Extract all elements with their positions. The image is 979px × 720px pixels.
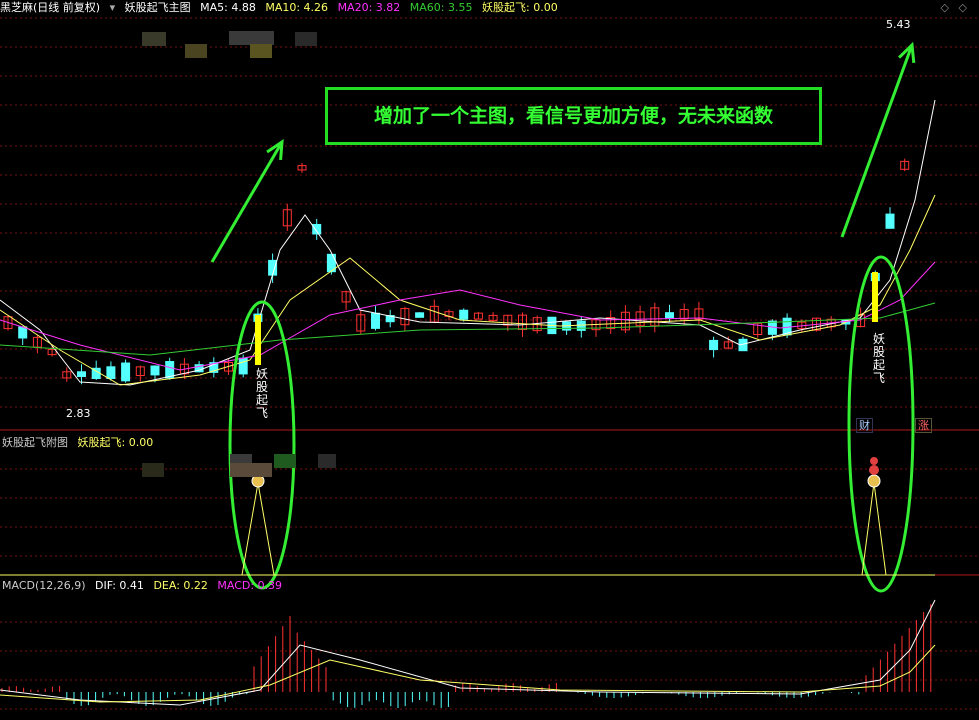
candle-body	[312, 223, 322, 235]
ma10-value: MA10: 4.26	[265, 1, 329, 14]
flame-icon	[870, 457, 878, 465]
flame-icon	[869, 465, 879, 475]
finance-event-tag[interactable]: 财	[856, 418, 873, 433]
candle-body	[885, 213, 895, 229]
window-restore-icon[interactable]: ◇	[941, 1, 949, 14]
macd-dif-line	[0, 599, 936, 706]
limit-up-event-tag[interactable]: 涨	[915, 418, 932, 433]
stock-title[interactable]: 黑芝麻(日线 前复权)	[0, 1, 100, 14]
macd-header: MACD(12,26,9) DIF: 0.41 DEA: 0.22 MACD: …	[2, 579, 282, 592]
candle-body	[268, 259, 278, 276]
high-price-label: 5.43	[886, 18, 911, 31]
candle-body	[576, 320, 586, 331]
signal-bar-left	[255, 315, 261, 365]
highlight-ellipse-left	[228, 300, 296, 590]
uptrend-arrow-left	[210, 141, 284, 263]
candle-body	[665, 312, 674, 319]
signal-label-left: 妖股起飞	[255, 367, 268, 420]
dropdown-arrow-icon[interactable]: ▾	[110, 1, 116, 14]
candle-body	[371, 312, 380, 329]
ma60-value: MA60: 3.55	[409, 1, 473, 14]
ma20-value: MA20: 3.82	[337, 1, 401, 14]
blurred-watermark	[274, 454, 296, 468]
blurred-watermark	[142, 32, 166, 46]
money-bag-icon	[867, 474, 881, 488]
candle-body	[459, 309, 469, 320]
candle-body	[238, 357, 248, 375]
subchart-signal-spike	[861, 482, 887, 576]
macd-title[interactable]: MACD(12,26,9)	[2, 579, 86, 592]
candle-body	[709, 339, 719, 351]
subchart-signal-spike	[241, 482, 275, 576]
sub-chart-title[interactable]: 妖股起飞附图	[2, 436, 68, 449]
macd-dif: DIF: 0.41	[95, 579, 144, 592]
low-price-label: 2.83	[66, 407, 91, 420]
blurred-watermark	[318, 454, 336, 468]
blurred-watermark	[229, 31, 274, 45]
candle-body	[77, 371, 86, 377]
candle-body	[415, 312, 425, 318]
ma10-line	[0, 194, 936, 386]
blurred-watermark	[185, 44, 207, 58]
blurred-watermark	[295, 32, 317, 46]
candle-body	[106, 366, 116, 380]
sub-chart-signal: 妖股起飞: 0.00	[77, 436, 154, 449]
blurred-watermark	[142, 463, 164, 477]
main-chart-header: 黑芝麻(日线 前复权) ▾ 妖股起飞主图 MA5: 4.88 MA10: 4.2…	[0, 1, 564, 15]
window-close-icon[interactable]: ◇	[959, 1, 967, 14]
blurred-watermark	[250, 44, 272, 58]
macd-value: MACD: 0.39	[217, 579, 283, 592]
signal-label-right: 妖股起飞	[872, 332, 885, 385]
candle-body	[121, 362, 131, 382]
blurred-watermark	[230, 463, 272, 477]
uptrend-arrow-right	[840, 44, 914, 238]
sub-chart-header: 妖股起飞附图 妖股起飞: 0.00	[2, 434, 153, 450]
macd-dea: DEA: 0.22	[153, 579, 208, 592]
indicator-name[interactable]: 妖股起飞主图	[125, 1, 191, 14]
annotation-callout: 增加了一个主图，看信号更加方便，无未来函数	[325, 87, 822, 145]
ma5-value: MA5: 4.88	[200, 1, 256, 14]
candle-body	[150, 365, 160, 376]
candle-body	[18, 326, 28, 339]
signal-value: 妖股起飞: 0.00	[482, 1, 558, 14]
signal-bar-right	[872, 272, 878, 322]
